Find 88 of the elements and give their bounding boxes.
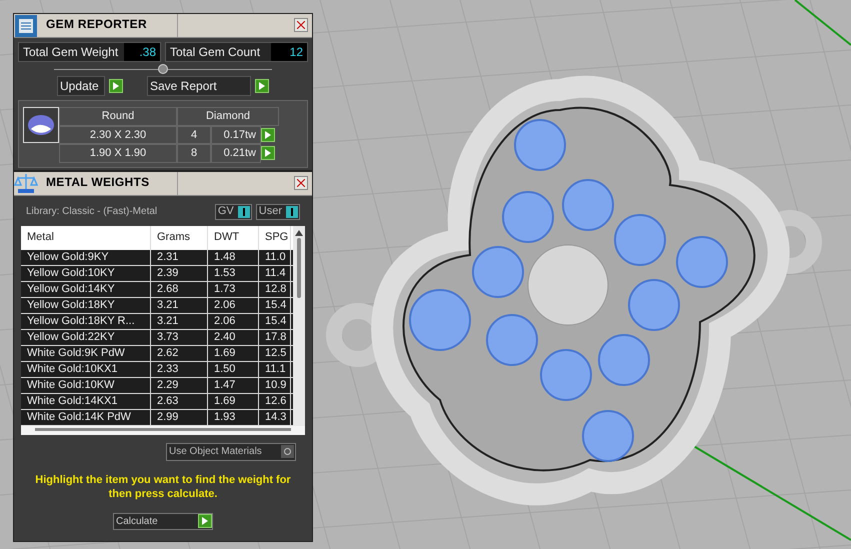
table-cell: 1.53 <box>208 266 259 280</box>
calculate-label: Calculate <box>116 514 159 528</box>
total-value: .38 <box>124 43 160 61</box>
horizontal-scrollbar[interactable] <box>35 428 291 430</box>
toggle-label: User <box>258 204 283 220</box>
table-cell: 1.93 <box>208 410 259 424</box>
table-cell: White Gold:10KW <box>21 378 151 392</box>
play-icon <box>202 517 208 525</box>
total-value: 12 <box>271 43 307 61</box>
play-button[interactable] <box>261 128 275 142</box>
table-cell: White Gold:9K PdW <box>21 346 151 360</box>
table-cell: Yellow Gold:10KY <box>21 266 151 280</box>
table-header: Round <box>59 107 177 126</box>
calculate-button[interactable] <box>198 514 212 528</box>
table-header: Diamond <box>177 107 279 126</box>
table-cell: 12.8 <box>259 282 291 296</box>
table-cell: 1.69 <box>208 394 259 408</box>
table-cell: 17.8 <box>259 330 291 344</box>
table-cell: 2.33 <box>151 362 208 376</box>
toggle-switch[interactable]: User <box>256 204 300 220</box>
gem-icon <box>27 114 55 136</box>
table-cell: 2.31 <box>151 250 208 264</box>
total-label: Total Gem Count <box>169 44 262 61</box>
play-icon <box>113 82 119 90</box>
table-cell: 0.21tw <box>211 144 261 162</box>
table-cell: 2.39 <box>151 266 208 280</box>
table-cell: 2.40 <box>208 330 259 344</box>
table-cell: 3.21 <box>151 298 208 312</box>
panel-title: METAL WEIGHTS <box>38 172 178 194</box>
table-cell: White Gold:14K PdW <box>21 410 151 424</box>
table-cell: 2.29 <box>151 378 208 392</box>
play-icon <box>265 149 271 158</box>
table-cell: 2.30 X 2.30 <box>59 126 177 144</box>
play-icon <box>259 82 265 90</box>
table-cell: 11.4 <box>259 266 291 280</box>
table-cell: 2.63 <box>151 394 208 408</box>
table-cell: 8 <box>177 144 211 162</box>
table-cell: Yellow Gold:22KY <box>21 330 151 344</box>
table-cell: 1.48 <box>208 250 259 264</box>
toggle-label: Use Object Materials <box>169 445 263 459</box>
table-cell: 11.1 <box>259 362 291 376</box>
table-cell: 4 <box>177 126 211 144</box>
table-cell: 1.47 <box>208 378 259 392</box>
action-label: Update <box>57 76 105 96</box>
table-cell: 2.99 <box>151 410 208 424</box>
total-label: Total Gem Weight <box>22 44 120 61</box>
close-icon <box>297 21 305 29</box>
table-cell: 3.21 <box>151 314 208 328</box>
collapse-handle[interactable] <box>158 64 168 74</box>
table-cell: Yellow Gold:18KY <box>21 298 151 312</box>
play-icon <box>265 130 271 139</box>
table-cell: 12.5 <box>259 346 291 360</box>
panel-title: GEM REPORTER <box>38 14 178 37</box>
close-icon <box>297 178 305 186</box>
action-label: Save Report <box>147 76 251 96</box>
report-icon <box>15 15 37 37</box>
table-cell: 14.3 <box>259 410 291 424</box>
table-cell: 2.62 <box>151 346 208 360</box>
table-cell: White Gold:10KX1 <box>21 362 151 376</box>
table-cell: 15.4 <box>259 314 291 328</box>
toggle-switch[interactable]: Use Object Materials <box>166 442 296 460</box>
table-cell: 15.4 <box>259 298 291 312</box>
library-label: Library: Classic - (Fast)-Metal <box>26 205 158 219</box>
play-button[interactable] <box>261 146 275 160</box>
table-cell: 1.69 <box>208 346 259 360</box>
hint-text: Highlight the item you want to find the weight for then press calculate. <box>34 472 292 500</box>
toggle-switch[interactable]: GV <box>214 204 252 220</box>
close-button[interactable] <box>294 18 308 32</box>
table-cell: White Gold:14KX1 <box>21 394 151 408</box>
table-cell: 1.73 <box>208 282 259 296</box>
scroll-up-icon <box>295 230 303 236</box>
table-cell: 12.6 <box>259 394 291 408</box>
table-cell: 11.0 <box>259 250 291 264</box>
table-cell: 2.68 <box>151 282 208 296</box>
table-cell: 2.06 <box>208 298 259 312</box>
scale-icon <box>14 172 38 194</box>
table-cell: 0.17tw <box>211 126 261 144</box>
table-cell: 10.9 <box>259 378 291 392</box>
table-cell: 2.06 <box>208 314 259 328</box>
table-cell: Yellow Gold:18KY R... <box>21 314 151 328</box>
close-button[interactable] <box>294 176 308 190</box>
table-cell: 1.50 <box>208 362 259 376</box>
table-cell: Yellow Gold:9KY <box>21 250 151 264</box>
toggle-label: GV <box>218 204 235 220</box>
scrollbar[interactable] <box>293 226 305 426</box>
table-cell: 3.73 <box>151 330 208 344</box>
table-cell: Yellow Gold:14KY <box>21 282 151 296</box>
table-cell: 1.90 X 1.90 <box>59 144 177 162</box>
